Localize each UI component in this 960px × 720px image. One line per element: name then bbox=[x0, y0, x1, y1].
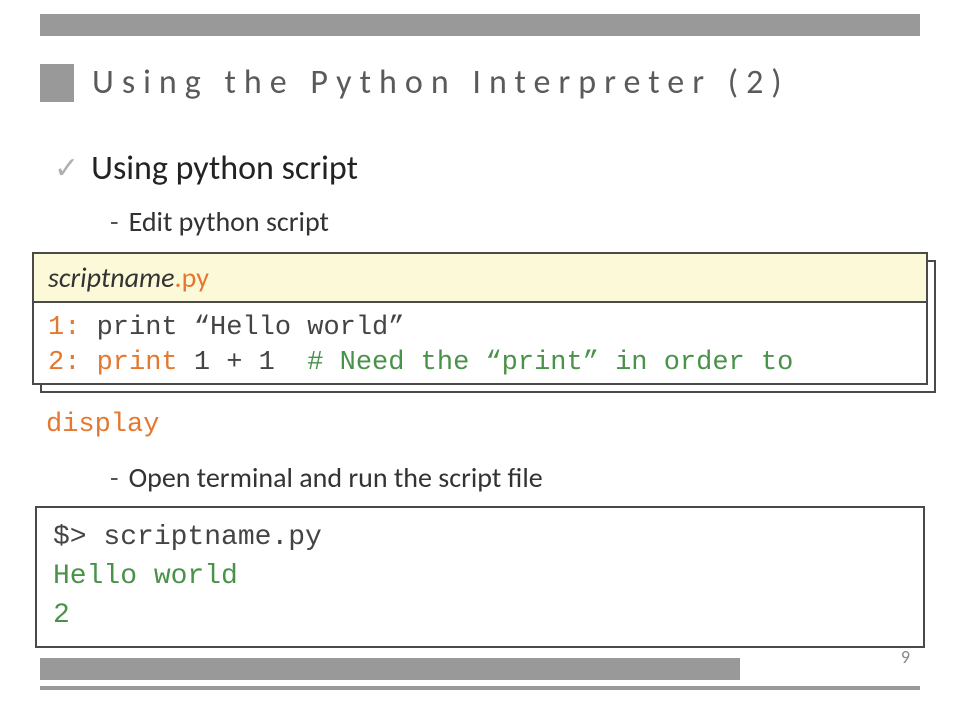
code-comment: # Need the “print” in order to bbox=[307, 348, 793, 378]
print-keyword: print bbox=[80, 348, 177, 378]
slide-title: Using the Python Interpreter (2) bbox=[92, 62, 790, 103]
page-number: 9 bbox=[901, 646, 910, 668]
dash-icon: - bbox=[110, 204, 119, 239]
file-extension: .py bbox=[175, 260, 209, 295]
checkmark-icon: ✓ bbox=[54, 154, 79, 184]
bullet1-text: Using python script bbox=[91, 148, 358, 189]
terminal-output-line2: 2 bbox=[53, 596, 907, 635]
line-number-1: 1: bbox=[48, 313, 80, 343]
file-basename: scriptname bbox=[48, 260, 175, 295]
bullet-level2-run: -Open terminal and run the script file bbox=[110, 460, 543, 495]
top-decor-bar bbox=[40, 14, 920, 36]
code-file-box: scriptname.py 1: print “Hello world” 2: … bbox=[32, 252, 928, 385]
code-line1: print “Hello world” bbox=[80, 313, 404, 343]
file-header: scriptname.py bbox=[34, 254, 926, 303]
code-line2-expr: 1 + 1 bbox=[178, 348, 308, 378]
bullet-level1: ✓ Using python script bbox=[54, 148, 358, 189]
terminal-output-line1: Hello world bbox=[53, 557, 907, 596]
dash-icon: - bbox=[110, 460, 119, 495]
bullet-level2-edit: -Edit python script bbox=[110, 204, 329, 239]
bottom-decor-bar bbox=[40, 658, 740, 680]
bottom-decor-line bbox=[40, 686, 920, 690]
bullet2b-text: Open terminal and run the script file bbox=[129, 460, 543, 495]
code-overflow-word: display bbox=[46, 410, 159, 440]
bullet2a-text: Edit python script bbox=[129, 204, 329, 239]
line-number-2: 2: bbox=[48, 348, 80, 378]
title-row: Using the Python Interpreter (2) bbox=[40, 62, 920, 103]
file-body: 1: print “Hello world” 2: print 1 + 1 # … bbox=[34, 303, 926, 383]
title-accent-block bbox=[40, 64, 74, 102]
terminal-command: $> scriptname.py bbox=[53, 518, 907, 557]
terminal-box: $> scriptname.py Hello world 2 bbox=[35, 506, 925, 648]
